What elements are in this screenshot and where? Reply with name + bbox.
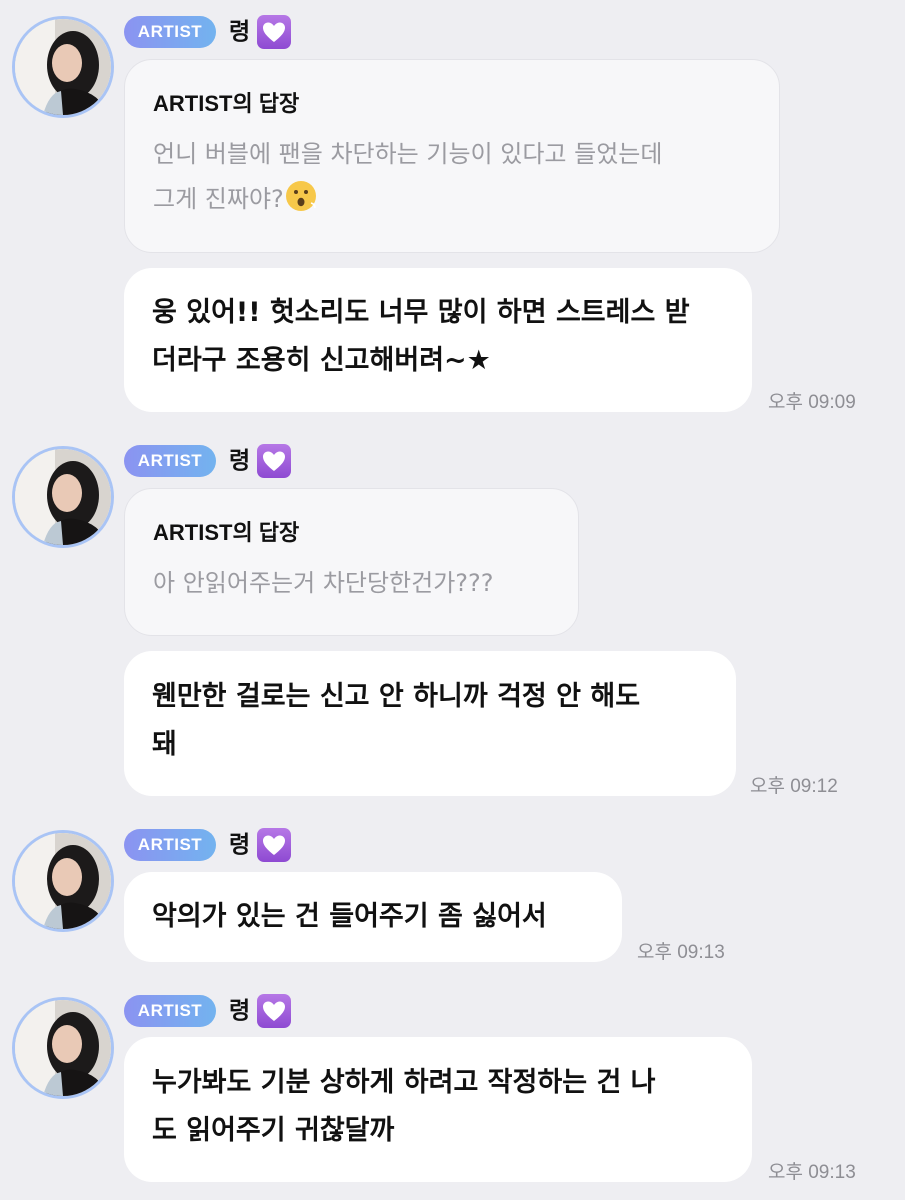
reply-bubble[interactable]: ARTIST의 답장 아 안읽어주는거 차단당한건가??? (124, 488, 579, 636)
avatar[interactable] (12, 16, 114, 118)
avatar[interactable] (12, 446, 114, 548)
message-text: 누가봐도 기분 상하게 하려고 작정하는 건 나 도 읽어주기 귀찮달까 (152, 1067, 656, 1146)
reply-text: 언니 버블에 팬을 차단하는 기능이 있다고 들었는데 그게 진짜야? (153, 132, 751, 222)
message-text: 웬만한 걸로는 신고 안 하니까 걱정 안 해도 돼 (152, 681, 641, 760)
reply-text: 아 안읽어주는거 차단당한건가??? (153, 569, 494, 597)
username: 령 (229, 998, 251, 1024)
message-bubble[interactable]: 웅 있어!! 헛소리도 너무 많이 하면 스트레스 받 더라구 조용히 신고해버… (124, 268, 752, 412)
avatar[interactable] (12, 997, 114, 1099)
message-text: 웅 있어!! 헛소리도 너무 많이 하면 스트레스 받 더라구 조용히 신고해버… (152, 297, 690, 376)
reply-text-content: 언니 버블에 팬을 차단하는 기능이 있다고 들었는데 그게 진짜야? (153, 140, 663, 213)
purple-heart-icon (257, 994, 291, 1028)
username: 령 (229, 448, 251, 474)
artist-badge: ARTIST (124, 829, 216, 861)
timestamp: 오후 09:12 (750, 776, 838, 797)
artist-badge: ARTIST (124, 16, 216, 48)
purple-heart-icon (257, 15, 291, 49)
reply-title: ARTIST의 답장 (153, 91, 300, 116)
message-bubble[interactable]: 악의가 있는 건 들어주기 좀 싫어서 (124, 872, 622, 962)
purple-heart-icon (257, 444, 291, 478)
artist-badge: ARTIST (124, 445, 216, 477)
timestamp: 오후 09:13 (637, 942, 725, 963)
avatar[interactable] (12, 830, 114, 932)
timestamp: 오후 09:09 (768, 392, 856, 413)
username: 령 (229, 19, 251, 45)
timestamp: 오후 09:13 (768, 1162, 856, 1183)
hushed-face-icon (284, 179, 318, 213)
artist-badge: ARTIST (124, 995, 216, 1027)
message-text: 악의가 있는 건 들어주기 좀 싫어서 (152, 901, 547, 932)
message-bubble[interactable]: 웬만한 걸로는 신고 안 하니까 걱정 안 해도 돼 (124, 651, 736, 796)
username: 령 (229, 832, 251, 858)
reply-bubble[interactable]: ARTIST의 답장 언니 버블에 팬을 차단하는 기능이 있다고 들었는데 그… (124, 59, 780, 253)
message-bubble[interactable]: 누가봐도 기분 상하게 하려고 작정하는 건 나 도 읽어주기 귀찮달까 (124, 1037, 752, 1182)
purple-heart-icon (257, 828, 291, 862)
reply-title: ARTIST의 답장 (153, 520, 300, 545)
